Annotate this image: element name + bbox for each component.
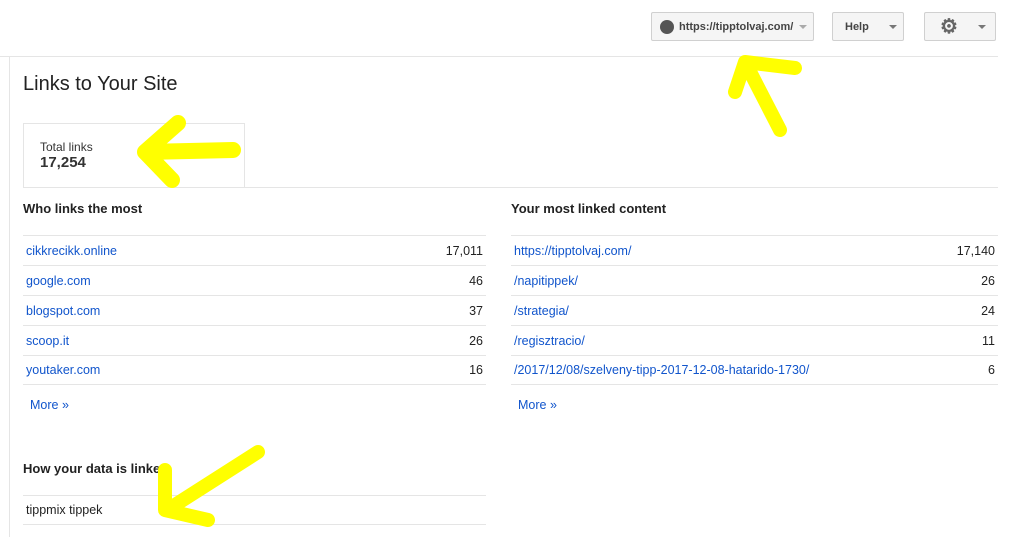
row-count: 11 (982, 333, 995, 348)
row-count: 16 (469, 363, 483, 377)
row-count: 26 (981, 273, 995, 288)
chevron-down-icon (977, 24, 986, 29)
section-title: How your data is linked (23, 461, 169, 476)
site-url: https://tipptolvaj.com/ (679, 20, 794, 33)
settings-button[interactable]: ⚙ (924, 12, 996, 41)
site-avatar-icon (660, 19, 674, 34)
table-row: google.com 46 (23, 265, 486, 295)
row-count: 37 (469, 303, 483, 318)
who-links-more-link[interactable]: More » (30, 398, 486, 412)
page-title: Links to Your Site (23, 73, 178, 95)
table-row: tippmix tippek (23, 495, 486, 525)
row-name[interactable]: /2017/12/08/szelveny-tipp-2017-12-08-hat… (514, 363, 809, 377)
table-row: youtaker.com 16 (23, 355, 486, 385)
who-links-section: Who links the most cikkrecikk.online 17,0… (23, 201, 486, 412)
row-name[interactable]: google.com (26, 274, 91, 288)
table-row: https://tipptolvaj.com/17,140 (511, 235, 998, 265)
table-row: /napitippek/26 (511, 265, 998, 295)
divider (23, 187, 998, 188)
row-count: 17,140 (956, 243, 995, 258)
section-title: Who links the most (23, 201, 143, 216)
row-name[interactable]: blogspot.com (26, 304, 100, 318)
chevron-down-icon (799, 24, 808, 29)
chevron-down-icon (888, 24, 897, 29)
most-linked-section: Your most linked content https://tipptol… (511, 201, 998, 412)
row-count: 6 (988, 363, 995, 377)
row-count: 17,011 (445, 243, 483, 258)
gear-icon: ⚙ (940, 15, 958, 38)
total-links-card: Total links 17,254 (23, 123, 245, 188)
total-links-value: 17,254 (40, 154, 86, 171)
total-links-label: Total links (40, 140, 93, 154)
table-row: blogspot.com 37 (23, 295, 486, 325)
row-name[interactable]: youtaker.com (26, 363, 100, 377)
annotation-arrow-icon (728, 55, 802, 137)
row-name[interactable]: scoop.it (26, 334, 69, 348)
row-count: 46 (469, 273, 483, 288)
site-selector[interactable]: https://tipptolvaj.com/ (651, 12, 814, 41)
table-row: /regisztracio/11 (511, 325, 998, 355)
row-name[interactable]: https://tipptolvaj.com/ (514, 244, 631, 258)
table-row: cikkrecikk.online 17,011 (23, 235, 486, 265)
table-row: /2017/12/08/szelveny-tipp-2017-12-08-hat… (511, 355, 998, 385)
table-row: /strategia/24 (511, 295, 998, 325)
data-linked-section: How your data is linked tippmix tippek (23, 461, 486, 525)
section-title: Your most linked content (511, 201, 667, 216)
help-label: Help (845, 20, 869, 33)
row-count: 26 (469, 333, 483, 348)
row-name[interactable]: /napitippek/ (514, 274, 578, 288)
row-name: tippmix tippek (26, 503, 103, 517)
most-linked-more-link[interactable]: More » (518, 398, 998, 412)
row-count: 24 (981, 303, 995, 318)
row-name[interactable]: /regisztracio/ (514, 334, 585, 348)
help-button[interactable]: Help (832, 12, 904, 41)
top-bar: https://tipptolvaj.com/ Help ⚙ (0, 0, 998, 57)
row-name[interactable]: cikkrecikk.online (26, 244, 117, 258)
divider (9, 57, 10, 537)
table-row: scoop.it 26 (23, 325, 486, 355)
row-name[interactable]: /strategia/ (514, 304, 569, 318)
